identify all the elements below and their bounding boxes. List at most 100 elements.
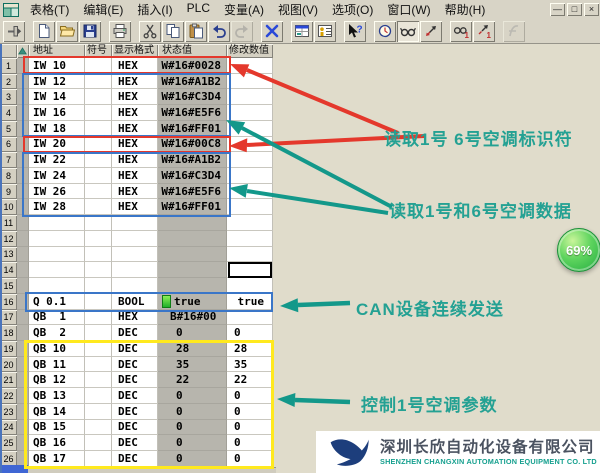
cell-address[interactable]: IW20 xyxy=(29,137,85,153)
cell-format[interactable]: HEX xyxy=(112,105,158,121)
cell-status-value[interactable]: W#16#0028 xyxy=(158,58,227,74)
modify-variables-button[interactable] xyxy=(420,21,442,42)
cell-address[interactable]: IW14 xyxy=(29,89,85,105)
row-number[interactable]: 18 xyxy=(0,325,17,341)
copy-button[interactable] xyxy=(162,21,184,42)
cell-status-value[interactable] xyxy=(158,278,227,294)
cell-symbol[interactable] xyxy=(85,435,112,451)
cell-status-value[interactable]: 22 xyxy=(158,372,227,388)
cell-format[interactable] xyxy=(112,278,158,294)
cell-symbol[interactable] xyxy=(85,451,112,467)
menu-item-4[interactable]: PLC xyxy=(180,0,217,19)
cell-symbol[interactable] xyxy=(85,404,112,420)
menu-item-3[interactable]: 插入(I) xyxy=(130,0,179,19)
row-number[interactable]: 10 xyxy=(0,199,17,215)
menu-item-1[interactable]: 表格(T) xyxy=(23,0,76,19)
cell-address[interactable]: QB10 xyxy=(29,341,85,357)
row-number[interactable]: 21 xyxy=(0,372,17,388)
cell-address[interactable]: Q0.1 xyxy=(29,294,85,310)
cell-modify-value[interactable] xyxy=(227,152,273,168)
row-number[interactable]: 11 xyxy=(0,215,17,231)
column-header-status-value[interactable]: 状态值 xyxy=(158,44,227,58)
cell-symbol[interactable] xyxy=(85,105,112,121)
print-button[interactable] xyxy=(109,21,131,42)
cell-format[interactable]: BOOL xyxy=(112,294,158,310)
cell-symbol[interactable] xyxy=(85,231,112,247)
row-number[interactable]: 16 xyxy=(0,294,17,310)
cell-format[interactable]: HEX xyxy=(112,89,158,105)
cell-status-value[interactable] xyxy=(158,215,227,231)
cell-address[interactable] xyxy=(29,215,85,231)
column-header-format[interactable]: 显示格式 xyxy=(112,44,158,58)
cell-format[interactable]: HEX xyxy=(112,58,158,74)
cell-modify-value[interactable] xyxy=(227,137,273,153)
trigger-clock-button[interactable] xyxy=(374,21,396,42)
cell-address[interactable]: IW18 xyxy=(29,121,85,137)
cell-symbol[interactable] xyxy=(85,325,112,341)
cell-address[interactable] xyxy=(29,231,85,247)
row-number[interactable]: 6 xyxy=(0,137,17,153)
cell-cursor[interactable] xyxy=(228,262,272,278)
menu-item-2[interactable]: 编辑(E) xyxy=(76,0,130,19)
cell-status-value[interactable]: 0 xyxy=(158,420,227,436)
cell-status-value[interactable]: 0 xyxy=(158,388,227,404)
cell-format[interactable]: DEC xyxy=(112,451,158,467)
undo-button[interactable] xyxy=(208,21,230,42)
cell-status-value[interactable] xyxy=(158,231,227,247)
cell-address[interactable]: QB15 xyxy=(29,420,85,436)
row-number[interactable]: 4 xyxy=(0,105,17,121)
row-number[interactable]: 14 xyxy=(0,262,17,278)
cell-status-value[interactable]: W#16#E5F6 xyxy=(158,184,227,200)
cell-symbol[interactable] xyxy=(85,357,112,373)
cell-status-value[interactable]: W#16#FF01 xyxy=(158,199,227,215)
cell-status-value[interactable]: true xyxy=(158,294,227,310)
horizontal-scrollbar[interactable] xyxy=(0,467,276,473)
row-number[interactable]: 12 xyxy=(0,231,17,247)
row-number[interactable]: 23 xyxy=(0,404,17,420)
row-number[interactable]: 17 xyxy=(0,310,17,326)
menu-item-8[interactable]: 窗口(W) xyxy=(380,0,437,19)
cell-address[interactable]: QB11 xyxy=(29,357,85,373)
cell-symbol[interactable] xyxy=(85,89,112,105)
modify-once-button[interactable]: 1 xyxy=(473,21,495,42)
menu-item-6[interactable]: 视图(V) xyxy=(271,0,325,19)
cell-symbol[interactable] xyxy=(85,121,112,137)
row-number[interactable]: 3 xyxy=(0,89,17,105)
cell-modify-value[interactable]: 0 xyxy=(227,388,273,404)
delete-button[interactable] xyxy=(261,21,283,42)
cell-address[interactable]: QB2 xyxy=(29,325,85,341)
column-header-symbol[interactable]: 符号 xyxy=(85,44,112,58)
row-number[interactable]: 24 xyxy=(0,420,17,436)
table-symbol-button[interactable] xyxy=(314,21,336,42)
cell-modify-value[interactable] xyxy=(227,231,273,247)
cell-status-value[interactable]: W#16#E5F6 xyxy=(158,105,227,121)
cell-format[interactable]: DEC xyxy=(112,435,158,451)
cell-symbol[interactable] xyxy=(85,278,112,294)
cell-format[interactable]: DEC xyxy=(112,357,158,373)
cell-address[interactable]: QB16 xyxy=(29,435,85,451)
cell-symbol[interactable] xyxy=(85,388,112,404)
cell-address[interactable]: QB13 xyxy=(29,388,85,404)
cell-modify-value[interactable] xyxy=(227,168,273,184)
cell-symbol[interactable] xyxy=(85,310,112,326)
cell-symbol[interactable] xyxy=(85,74,112,90)
force-values-button[interactable] xyxy=(503,21,525,42)
close-button[interactable]: × xyxy=(584,3,599,16)
cell-symbol[interactable] xyxy=(85,215,112,231)
row-number[interactable]: 25 xyxy=(0,435,17,451)
cell-modify-value[interactable]: 35 xyxy=(227,357,273,373)
cell-format[interactable]: HEX xyxy=(112,74,158,90)
row-number[interactable]: 15 xyxy=(0,278,17,294)
row-number[interactable]: 13 xyxy=(0,247,17,263)
cell-modify-value[interactable] xyxy=(227,247,273,263)
cell-modify-value[interactable]: 0 xyxy=(227,451,273,467)
open-button[interactable] xyxy=(56,21,78,42)
cell-status-value[interactable]: 0 xyxy=(158,451,227,467)
cell-modify-value[interactable] xyxy=(227,184,273,200)
cell-status-value[interactable] xyxy=(158,262,227,278)
menu-item-5[interactable]: 变量(A) xyxy=(217,0,271,19)
monitor-once-button[interactable]: 1 xyxy=(450,21,472,42)
cell-symbol[interactable] xyxy=(85,168,112,184)
cell-status-value[interactable]: W#16#00C8 xyxy=(158,137,227,153)
cell-address[interactable]: IW22 xyxy=(29,152,85,168)
